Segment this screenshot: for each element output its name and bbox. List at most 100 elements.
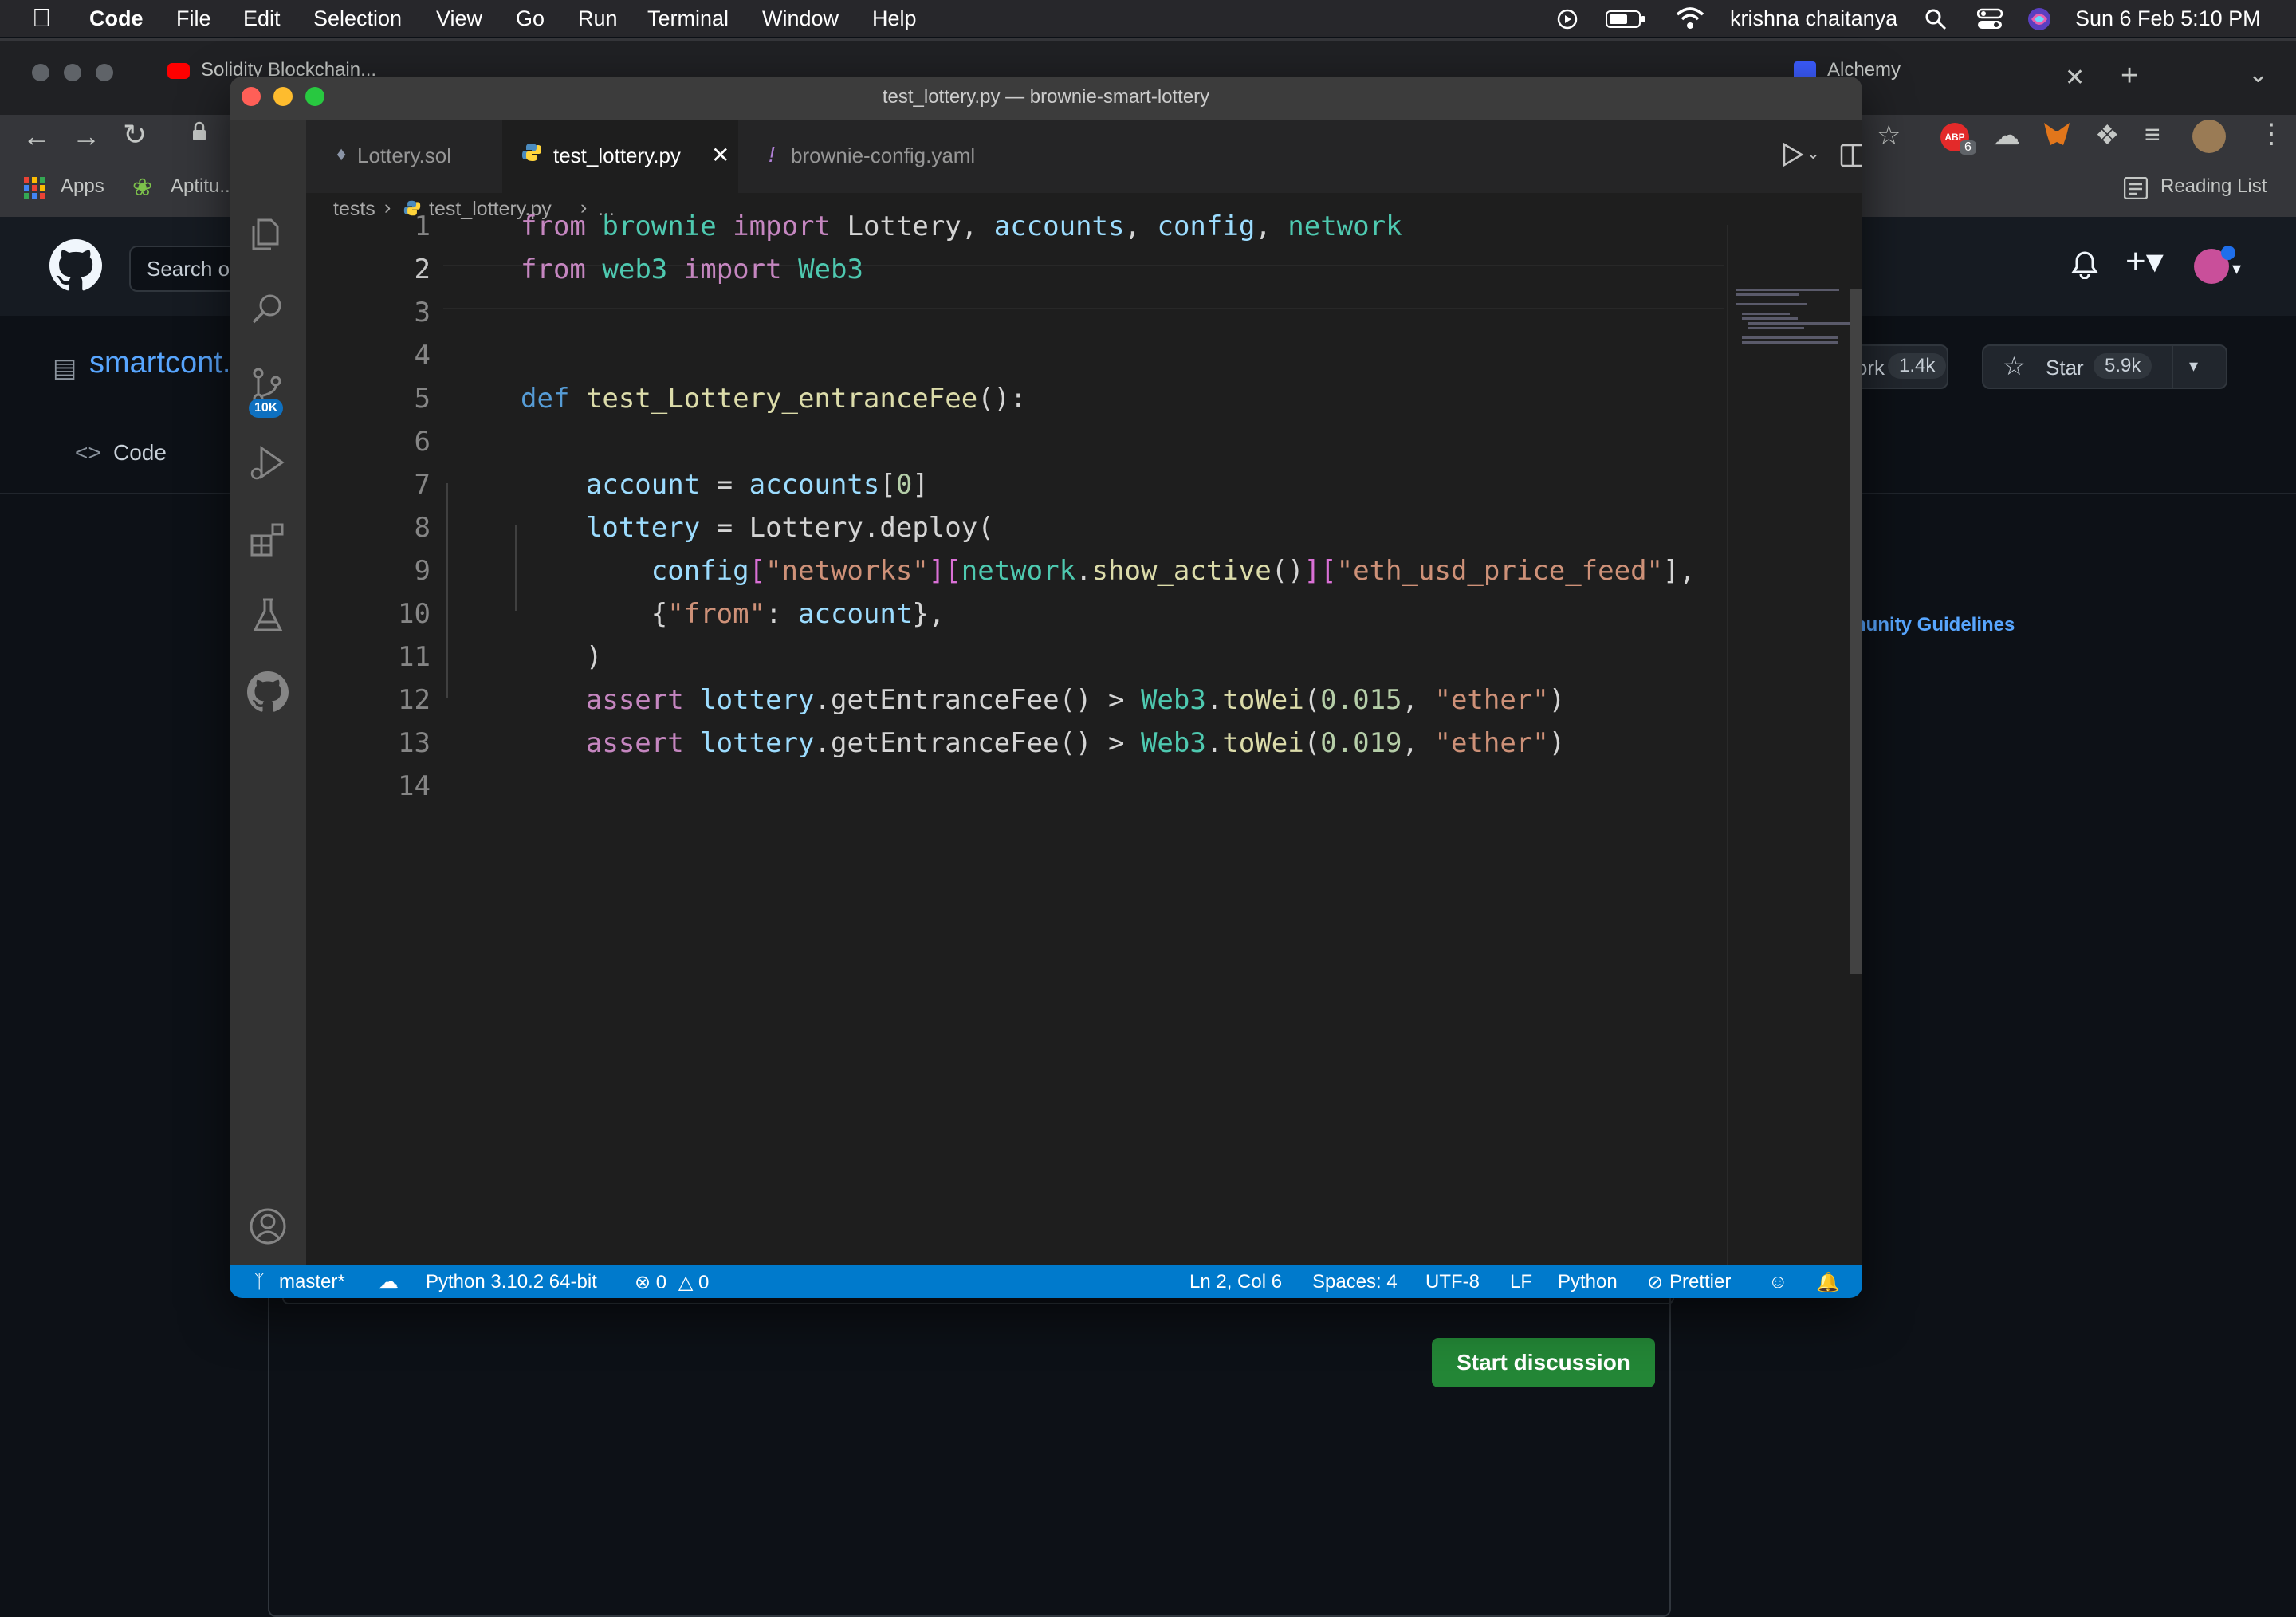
chrome-reload-icon[interactable]: ↻: [123, 118, 147, 151]
bookmark-star-icon[interactable]: ☆: [1877, 120, 1901, 151]
control-center-icon[interactable]: [1977, 8, 2003, 30]
spotlight-search-icon[interactable]: [1924, 8, 1947, 30]
bookmark-aptitude[interactable]: Aptitu...: [171, 175, 235, 198]
git-branch[interactable]: master*: [279, 1271, 345, 1293]
error-count: 0: [655, 1272, 667, 1293]
code-editor[interactable]: 1 2 3 4 5 6 7 8 9 10 11 12 13 14 from br…: [306, 210, 1862, 1273]
line-number: 14: [398, 770, 431, 802]
indentation[interactable]: Spaces: 4: [1312, 1271, 1398, 1293]
yaml-file-icon: !: [769, 142, 775, 167]
tab-test-lottery-py[interactable]: test_lottery.py ✕: [502, 120, 738, 193]
python-interpreter[interactable]: Python 3.10.2 64-bit: [426, 1271, 597, 1293]
tab-brownie-config-yaml[interactable]: ! brownie-config.yaml: [738, 120, 1019, 193]
metamask-icon[interactable]: [2042, 121, 2071, 148]
github-icon[interactable]: [247, 671, 289, 713]
menu-selection[interactable]: Selection: [313, 6, 402, 31]
menu-view[interactable]: View: [436, 6, 482, 31]
menu-terminal[interactable]: Terminal: [647, 6, 729, 31]
tab-label: test_lottery.py: [553, 144, 681, 167]
run-python-file-icon[interactable]: [1781, 142, 1805, 167]
code-token: [: [879, 469, 896, 501]
menu-user[interactable]: krishna chaitanya: [1730, 6, 1897, 31]
chrome-close-light[interactable]: [32, 64, 49, 81]
chrome-menu-icon[interactable]: ⋮: [2258, 118, 2285, 150]
code-token: (: [1303, 684, 1321, 716]
maximize-window-button[interactable]: [305, 87, 324, 106]
repo-name-link[interactable]: smartcont...: [89, 346, 248, 380]
menu-help[interactable]: Help: [872, 6, 917, 31]
start-discussion-button[interactable]: Start discussion: [1432, 1338, 1655, 1387]
line-ending[interactable]: LF: [1510, 1271, 1532, 1293]
avatar-caret-icon[interactable]: ▾: [2232, 258, 2241, 279]
tab-lottery-sol[interactable]: ♦ Lottery.sol: [306, 120, 502, 193]
minimap[interactable]: [1727, 225, 1862, 1265]
menu-edit[interactable]: Edit: [243, 6, 281, 31]
extensions-icon[interactable]: [247, 518, 289, 560]
extensions-puzzle-icon[interactable]: ❖: [2095, 120, 2119, 151]
media-control-icon[interactable]: ≡: [2145, 120, 2160, 151]
code-token: .: [1205, 727, 1223, 759]
reading-list-label[interactable]: Reading List: [2160, 175, 2267, 198]
menu-window[interactable]: Window: [762, 6, 839, 31]
star-button[interactable]: ☆ Star 5.9k ▾: [1982, 344, 2227, 389]
line-number: 6: [414, 426, 431, 458]
code-token: lottery: [700, 684, 815, 716]
run-dropdown-icon[interactable]: ⌄: [1807, 144, 1820, 163]
chrome-max-light[interactable]: [96, 64, 113, 81]
play-status-icon[interactable]: [1556, 8, 1578, 30]
reading-list-icon[interactable]: [2124, 177, 2148, 199]
problems-indicator[interactable]: ⊗ 0 △ 0: [635, 1271, 709, 1294]
menu-file[interactable]: File: [176, 6, 211, 31]
code-token: (: [1303, 727, 1321, 759]
battery-icon[interactable]: [1606, 10, 1645, 29]
tab-label: brownie-config.yaml: [791, 144, 976, 167]
community-guidelines-link[interactable]: Community Guidelines: [1862, 614, 2015, 636]
siri-icon[interactable]: [2027, 6, 2052, 32]
chrome-back-icon[interactable]: ←: [22, 120, 51, 153]
encoding[interactable]: UTF-8: [1425, 1271, 1480, 1293]
split-editor-icon[interactable]: [1840, 144, 1862, 167]
create-new-icon[interactable]: +▾: [2125, 241, 2164, 281]
vertical-scrollbar[interactable]: [1850, 289, 1862, 974]
sync-cloud-icon[interactable]: ☁: [378, 1269, 399, 1294]
cursor-position[interactable]: Ln 2, Col 6: [1189, 1271, 1282, 1293]
chrome-tab-search-icon[interactable]: ⌄: [2248, 61, 2268, 89]
accounts-icon[interactable]: [247, 1206, 289, 1247]
chrome-forward-icon[interactable]: →: [72, 120, 100, 153]
star-dropdown-icon[interactable]: ▾: [2189, 356, 2198, 376]
menu-run[interactable]: Run: [578, 6, 618, 31]
code-token: ]: [912, 469, 929, 501]
code-line-10: {"from": account},: [521, 598, 946, 630]
bookmark-apps[interactable]: Apps: [61, 175, 104, 198]
code-token: ():: [977, 383, 1027, 415]
code-token: assert: [585, 727, 684, 759]
chrome-profile-avatar[interactable]: [2192, 120, 2226, 153]
github-logo-icon[interactable]: [49, 239, 102, 292]
notifications-bell-icon[interactable]: 🔔: [1816, 1271, 1840, 1294]
tab-close-icon[interactable]: ✕: [711, 142, 729, 168]
explorer-icon[interactable]: [247, 214, 289, 255]
search-icon[interactable]: [247, 289, 289, 330]
code-line-11: ): [521, 641, 602, 673]
language-mode[interactable]: Python: [1558, 1271, 1618, 1293]
line-number: 13: [398, 727, 431, 759]
wifi-icon[interactable]: [1676, 6, 1704, 30]
chrome-tab-close-icon[interactable]: ✕: [2065, 64, 2085, 92]
apps-grid-icon[interactable]: [24, 177, 46, 199]
menu-app-name[interactable]: Code: [89, 6, 144, 31]
apple-icon[interactable]: : [32, 3, 51, 33]
feedback-icon[interactable]: ☺: [1768, 1271, 1788, 1293]
repo-tab-code[interactable]: Code: [113, 440, 167, 466]
chrome-min-light[interactable]: [64, 64, 81, 81]
notification-bell-icon[interactable]: [2071, 250, 2098, 279]
prettier-status[interactable]: Prettier: [1669, 1271, 1731, 1293]
code-token: toWei: [1222, 684, 1304, 716]
close-window-button[interactable]: [242, 87, 261, 106]
chrome-new-tab-icon[interactable]: +: [2121, 59, 2138, 93]
testing-flask-icon[interactable]: [247, 595, 289, 636]
menu-go[interactable]: Go: [516, 6, 545, 31]
minimize-window-button[interactable]: [273, 87, 293, 106]
run-and-debug-icon[interactable]: [247, 442, 289, 483]
star-count: 5.9k: [2094, 353, 2152, 379]
extension-cloud-icon[interactable]: ☁: [1993, 120, 2020, 151]
